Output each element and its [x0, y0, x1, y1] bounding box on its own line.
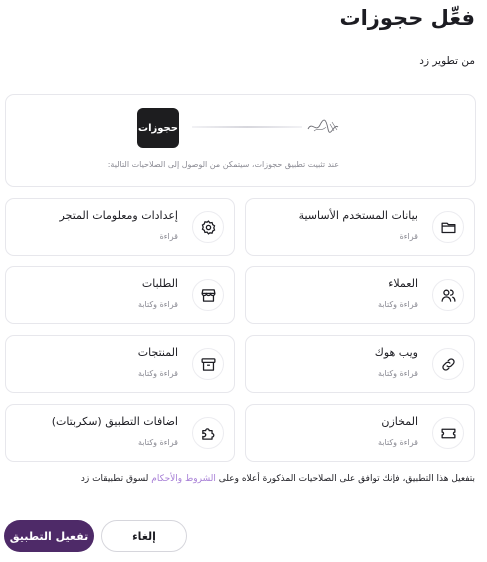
activate-app-button[interactable]: تفعيل التطبيق — [4, 520, 94, 552]
permission-card-customers: العملاء قراءة وكتابة — [245, 266, 475, 324]
permission-title: اضافات التطبيق (سكربتات) — [51, 415, 178, 428]
archive-icon — [192, 348, 224, 380]
webhook-icon — [432, 348, 464, 380]
puzzle-icon — [192, 417, 224, 449]
permission-card-products: المنتجات قراءة وكتابة — [5, 335, 235, 393]
store-icon — [192, 279, 224, 311]
permission-card-basic-user-data: بيانات المستخدم الأساسية قراءة — [245, 198, 475, 256]
permission-access: قراءة — [399, 232, 418, 241]
terms-link[interactable]: الشروط والأحكام — [151, 474, 216, 484]
permission-title: العملاء — [388, 277, 418, 290]
users-icon — [432, 279, 464, 311]
page-title: فعِّل حجوزات — [339, 6, 476, 30]
app-logo-text: حجوزات — [138, 122, 178, 134]
terms-text-before: بتفعيل هذا التطبيق، فإنك توافق على الصلا… — [215, 474, 475, 484]
permission-access: قراءة وكتابة — [378, 369, 418, 378]
permission-title: ويب هوك — [374, 346, 418, 359]
permission-access: قراءة — [159, 232, 178, 241]
partner-signature-logo — [307, 119, 339, 133]
permission-access: قراءة وكتابة — [138, 369, 178, 378]
connection-line — [192, 126, 302, 128]
gear-icon — [192, 211, 224, 243]
permission-access: قراءة وكتابة — [378, 300, 418, 309]
permission-title: إعدادات ومعلومات المتجر — [59, 209, 178, 222]
permission-card-webhook: ويب هوك قراءة وكتابة — [245, 335, 475, 393]
permission-access: قراءة وكتابة — [138, 438, 178, 447]
terms-text-after: لسوق تطبيقات زد — [80, 474, 152, 484]
permission-card-app-scripts: اضافات التطبيق (سكربتات) قراءة وكتابة — [5, 404, 235, 462]
terms-notice: بتفعيل هذا التطبيق، فإنك توافق على الصلا… — [81, 474, 475, 484]
permission-card-orders: الطلبات قراءة وكتابة — [5, 266, 235, 324]
permission-title: الطلبات — [141, 277, 178, 290]
ticket-icon — [432, 417, 464, 449]
permission-title: بيانات المستخدم الأساسية — [298, 209, 418, 222]
permission-card-warehouses: المخازن قراءة وكتابة — [245, 404, 475, 462]
app-logo: حجوزات — [137, 108, 179, 148]
cancel-button[interactable]: إلغاء — [101, 520, 187, 552]
permission-access: قراءة وكتابة — [378, 438, 418, 447]
permissions-note: عند تثبيت تطبيق حجوزات، سيتمكن من الوصول… — [107, 160, 339, 169]
permission-access: قراءة وكتابة — [138, 300, 178, 309]
app-connection-card: حجوزات عند تثبيت تطبيق حجوزات، سيتمكن من… — [5, 94, 476, 187]
permission-title: المنتجات — [137, 346, 178, 359]
developer-label: من تطوير زد — [419, 55, 475, 67]
permission-card-store-settings: إعدادات ومعلومات المتجر قراءة — [5, 198, 235, 256]
permission-title: المخازن — [381, 415, 418, 428]
folder-icon — [432, 211, 464, 243]
